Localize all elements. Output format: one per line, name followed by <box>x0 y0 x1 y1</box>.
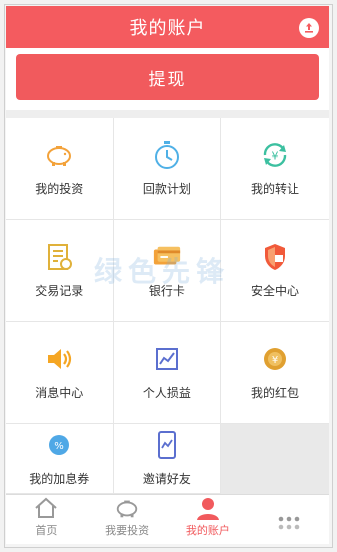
percent-coupon-icon: % <box>44 430 74 460</box>
menu-item-message-center[interactable]: 消息中心 <box>6 322 114 424</box>
more-icon <box>276 512 302 536</box>
tab-label: 我的账户 <box>185 524 230 537</box>
tab-label: 我要投资 <box>105 524 150 537</box>
menu-item-invite-friends[interactable]: 邀请好友 <box>113 424 222 494</box>
empty-grid-cell <box>221 424 329 494</box>
page-title: 我的账户 <box>129 18 206 39</box>
menu-item-transactions[interactable]: 交易记录 <box>6 220 114 322</box>
menu-item-interest-coupon[interactable]: % 我的加息券 <box>6 424 114 494</box>
menu-item-label: 回款计划 <box>142 182 191 196</box>
tab-label: 首页 <box>35 524 58 537</box>
gift-icon: ¥ <box>260 344 290 374</box>
stopwatch-icon <box>152 140 182 170</box>
menu-item-security-center[interactable]: 安全中心 <box>221 220 329 322</box>
menu-item-label: 个人损益 <box>142 386 191 400</box>
menu-item-label: 我的投资 <box>35 182 84 196</box>
menu-item-label: 安全中心 <box>250 284 299 298</box>
yen-transfer-icon: ¥ <box>260 140 290 170</box>
menu-item-label: 消息中心 <box>35 386 84 400</box>
shield-icon <box>260 242 290 272</box>
user-icon <box>195 496 221 520</box>
svg-text:¥: ¥ <box>272 355 278 366</box>
withdraw-section: 提现 <box>6 48 329 110</box>
speaker-icon <box>44 344 74 374</box>
menu-item-my-transfer[interactable]: ¥ 我的转让 <box>221 118 329 220</box>
menu-item-label: 我的转让 <box>250 182 299 196</box>
withdraw-button[interactable]: 提现 <box>16 54 319 100</box>
bank-card-icon <box>152 242 182 272</box>
menu-item-bank-card[interactable]: 银行卡 <box>113 220 222 322</box>
svg-text:%: % <box>55 441 65 452</box>
menu-item-label: 我的加息券 <box>29 472 90 486</box>
menu-item-profit-loss[interactable]: 个人损益 <box>113 322 222 424</box>
svg-text:¥: ¥ <box>271 150 278 163</box>
phone-invite-icon <box>152 430 182 460</box>
tab-home[interactable]: 首页 <box>6 495 87 544</box>
menu-item-label: 银行卡 <box>148 284 185 298</box>
piggy-bank-icon <box>114 496 140 520</box>
piggy-bank-icon <box>44 140 74 170</box>
menu-item-label: 交易记录 <box>35 284 84 298</box>
tab-my-account[interactable]: 我的账户 <box>168 495 249 544</box>
home-icon <box>33 496 59 520</box>
tab-invest[interactable]: 我要投资 <box>87 495 168 544</box>
header-bar: 我的账户 <box>6 6 329 48</box>
menu-item-label: 邀请好友 <box>142 472 191 486</box>
chart-icon <box>152 344 182 374</box>
bottom-tab-bar: 首页 我要投资 我的账户 <box>6 494 329 544</box>
menu-item-my-investment[interactable]: 我的投资 <box>6 118 114 220</box>
tab-more[interactable] <box>248 495 329 544</box>
menu-item-label: 我的红包 <box>250 386 299 400</box>
receipt-icon <box>44 242 74 272</box>
menu-item-repayment-plan[interactable]: 回款计划 <box>113 118 222 220</box>
menu-item-red-packet[interactable]: ¥ 我的红包 <box>221 322 329 424</box>
upload-icon[interactable] <box>299 18 319 38</box>
account-menu-grid: 我的投资 回款计划 ¥ 我的转让 交易记录 银行卡 安全中心 消息中心 个人损益… <box>6 118 329 494</box>
